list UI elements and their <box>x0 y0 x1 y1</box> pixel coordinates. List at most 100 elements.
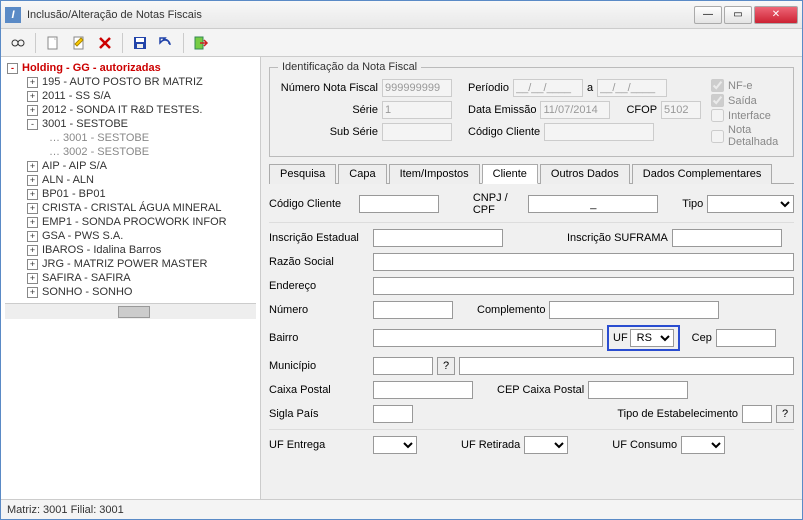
razao-field[interactable] <box>373 253 794 271</box>
inscricao-suframa-field[interactable] <box>672 229 782 247</box>
sigla-pais-field[interactable] <box>373 405 413 423</box>
num-label: Número Nota Fiscal <box>278 82 378 94</box>
cep-field[interactable] <box>716 329 776 347</box>
municipio-code-field[interactable] <box>373 357 433 375</box>
new-icon[interactable] <box>42 32 64 54</box>
tree-root[interactable]: -Holding - GG - autorizadas <box>5 61 256 75</box>
tree-item[interactable]: + EMP1 - SONDA PROCWORK INFOR <box>5 215 256 229</box>
cep-caixa-field[interactable] <box>588 381 688 399</box>
tree-item-label: AIP - AIP S/A <box>42 160 107 172</box>
expand-icon[interactable]: + <box>27 189 38 200</box>
serie-label: Série <box>278 104 378 116</box>
uf-entrega-select[interactable] <box>373 436 417 454</box>
maximize-button[interactable]: ▭ <box>724 6 752 24</box>
municipio-lookup-button[interactable]: ? <box>437 357 455 375</box>
tipo-estab-field[interactable] <box>742 405 772 423</box>
tipo-estab-lookup-button[interactable]: ? <box>776 405 794 423</box>
close-button[interactable]: ✕ <box>754 6 798 24</box>
expand-icon[interactable]: + <box>27 217 38 228</box>
collapse-icon[interactable]: - <box>7 63 18 74</box>
tree-item[interactable]: +SONHO - SONHO <box>5 285 256 299</box>
save-icon[interactable] <box>129 32 151 54</box>
tab-dados-complementares[interactable]: Dados Complementares <box>632 164 773 184</box>
tree-subitem[interactable]: … 3001 - SESTOBE <box>5 131 256 145</box>
checks-group: NF-e Saída Interface Nota Detalhada <box>711 79 785 148</box>
periodo-sep: a <box>587 82 593 94</box>
tab-item-impostos[interactable]: Item/Impostos <box>389 164 480 184</box>
tree-item[interactable]: +GSA - PWS S.A. <box>5 229 256 243</box>
tree-item[interactable]: +CRISTA - CRISTAL ÁGUA MINERAL <box>5 201 256 215</box>
minimize-button[interactable]: — <box>694 6 722 24</box>
tree-item[interactable]: +IBAROS - Idalina Barros <box>5 243 256 257</box>
tree-root-label: Holding - GG - autorizadas <box>22 62 161 74</box>
tab-capa[interactable]: Capa <box>338 164 386 184</box>
bairro-field[interactable] <box>373 329 603 347</box>
endereco-field[interactable] <box>373 277 794 295</box>
sigla-pais-lbl: Sigla País <box>269 408 369 420</box>
expand-icon[interactable]: + <box>27 245 38 256</box>
edit-icon[interactable] <box>68 32 90 54</box>
uf-consumo-lbl: UF Consumo <box>612 439 677 451</box>
expand-icon[interactable]: + <box>27 231 38 242</box>
tree-item-label: EMP1 - SONDA PROCWORK INFOR <box>42 216 227 228</box>
tree-item[interactable]: +195 - AUTO POSTO BR MATRIZ <box>5 75 256 89</box>
expand-icon[interactable]: + <box>27 175 38 186</box>
cnpj-field[interactable] <box>528 195 658 213</box>
complemento-field[interactable] <box>549 301 719 319</box>
uf-entrega-lbl: UF Entrega <box>269 439 369 451</box>
horizontal-scrollbar[interactable] <box>5 303 256 319</box>
uf-lbl: UF <box>613 332 628 344</box>
expand-icon[interactable]: + <box>27 77 38 88</box>
expand-icon[interactable]: + <box>27 259 38 270</box>
cfop-input[interactable] <box>661 101 701 119</box>
tree-item[interactable]: +2011 - SS S/A <box>5 89 256 103</box>
window-title: Inclusão/Alteração de Notas Fiscais <box>27 9 694 21</box>
expand-icon[interactable]: + <box>27 287 38 298</box>
tab-pesquisa[interactable]: Pesquisa <box>269 164 336 184</box>
tree-item[interactable]: +JRG - MATRIZ POWER MASTER <box>5 257 256 271</box>
num-input[interactable] <box>382 79 452 97</box>
uf-highlight-box: UF RS <box>607 325 680 351</box>
tree-item[interactable]: +2012 - SONDA IT R&D TESTES. <box>5 103 256 117</box>
tree-item[interactable]: +SAFIRA - SAFIRA <box>5 271 256 285</box>
inscricao-estadual-field[interactable] <box>373 229 503 247</box>
data-emissao-label: Data Emissão <box>468 104 536 116</box>
exit-icon[interactable] <box>190 32 212 54</box>
binoculars-icon[interactable] <box>7 32 29 54</box>
expand-icon[interactable]: + <box>27 105 38 116</box>
undo-icon[interactable] <box>155 32 177 54</box>
codigo-cliente-field[interactable] <box>359 195 439 213</box>
periodo-from-input[interactable] <box>513 79 583 97</box>
tree-item[interactable]: + AIP - AIP S/A <box>5 159 256 173</box>
tipo-select[interactable] <box>707 195 794 213</box>
numero-field[interactable] <box>373 301 453 319</box>
delete-icon[interactable] <box>94 32 116 54</box>
uf-select[interactable]: RS <box>630 329 674 347</box>
tab-cliente[interactable]: Cliente <box>482 164 538 184</box>
data-emissao-input[interactable] <box>540 101 610 119</box>
expand-icon[interactable]: + <box>27 91 38 102</box>
expand-icon[interactable]: + <box>27 161 38 172</box>
municipio-name-field[interactable] <box>459 357 794 375</box>
tree-item[interactable]: +BP01 - BP01 <box>5 187 256 201</box>
tree-panel[interactable]: -Holding - GG - autorizadas +195 - AUTO … <box>1 57 261 499</box>
subserie-input[interactable] <box>382 123 452 141</box>
periodo-to-input[interactable] <box>597 79 667 97</box>
tree-subitem[interactable]: … 3002 - SESTOBE <box>5 145 256 159</box>
form-panel: Identificação da Nota Fiscal Número Nota… <box>261 57 802 499</box>
expand-icon[interactable]: + <box>27 203 38 214</box>
collapse-icon[interactable]: - <box>27 119 38 130</box>
tab-outros-dados[interactable]: Outros Dados <box>540 164 630 184</box>
statusbar: Matriz: 3001 Filial: 3001 <box>1 499 802 519</box>
caixa-postal-field[interactable] <box>373 381 473 399</box>
tree-item[interactable]: +ALN - ALN <box>5 173 256 187</box>
tree-item[interactable]: -3001 - SESTOBE <box>5 117 256 131</box>
identificacao-fieldset: Identificação da Nota Fiscal Número Nota… <box>269 61 794 157</box>
interface-check: Interface <box>711 109 785 122</box>
uf-consumo-select[interactable] <box>681 436 725 454</box>
expand-icon[interactable]: + <box>27 273 38 284</box>
serie-input[interactable] <box>382 101 452 119</box>
codigo-cliente-input[interactable] <box>544 123 654 141</box>
detalhada-check: Nota Detalhada <box>711 124 785 148</box>
uf-retirada-select[interactable] <box>524 436 568 454</box>
